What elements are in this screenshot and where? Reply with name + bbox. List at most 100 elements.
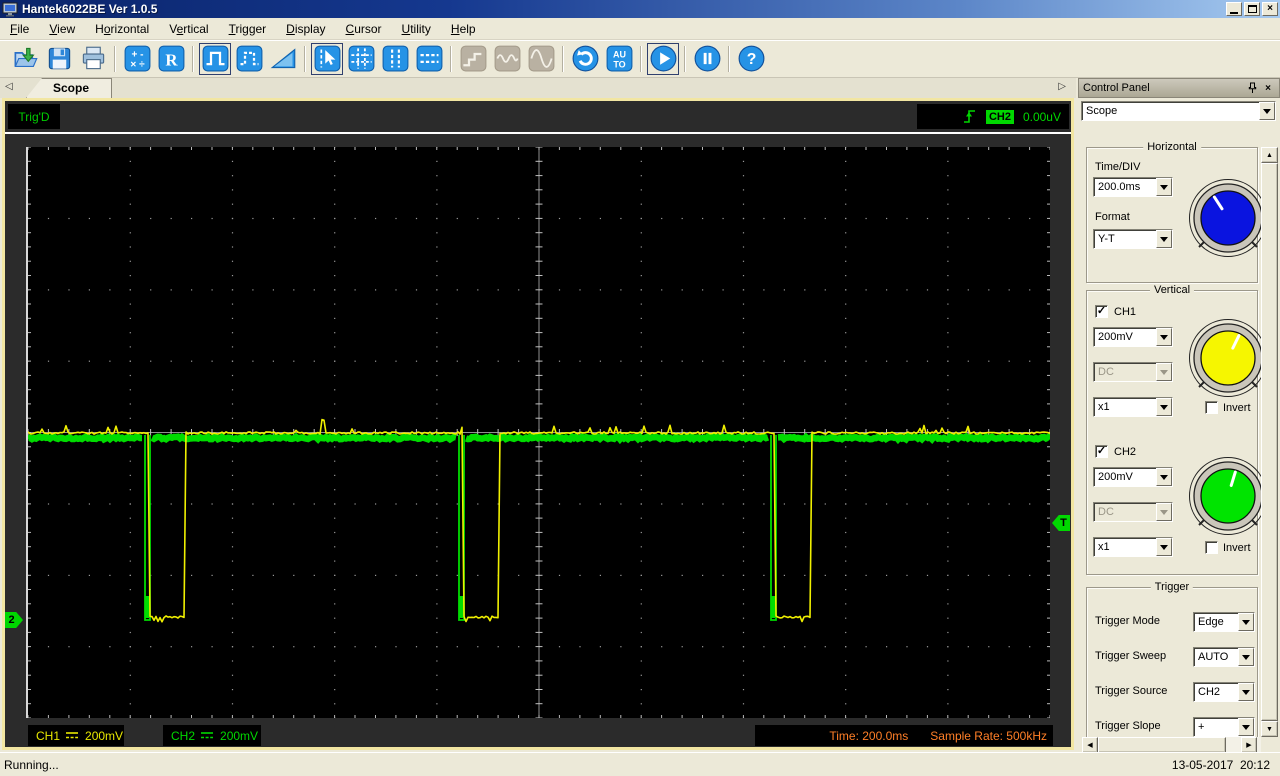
help-icon: ? xyxy=(738,45,764,72)
chevron-down-icon[interactable] xyxy=(1238,648,1254,666)
math-button[interactable]: + - × ÷ xyxy=(121,43,153,75)
chevron-down-icon[interactable] xyxy=(1156,538,1172,556)
chevron-down-icon[interactable] xyxy=(1156,398,1172,416)
tab-scroll-right-icon[interactable]: ▷ xyxy=(1058,81,1066,92)
svg-text:R: R xyxy=(165,50,178,69)
chevron-down-icon[interactable] xyxy=(1156,230,1172,248)
auto-button[interactable]: AU TO xyxy=(603,43,635,75)
ch1-position-knob[interactable] xyxy=(1186,316,1261,400)
ch2-volts-div-select[interactable]: 200mV xyxy=(1093,467,1173,487)
ch2-dc-coupling-icon xyxy=(201,731,214,740)
chevron-down-icon[interactable] xyxy=(1156,328,1172,346)
play-icon xyxy=(650,45,676,72)
trigger-sweep-select[interactable]: AUTO xyxy=(1193,647,1255,667)
svg-text:?: ? xyxy=(746,51,756,68)
menu-help[interactable]: Help xyxy=(441,20,486,38)
toolbar-separator xyxy=(192,45,194,72)
time-div-select[interactable]: 200.0ms xyxy=(1093,177,1173,197)
ch2-coupling-select: DC xyxy=(1093,502,1173,522)
pulse-button[interactable] xyxy=(199,42,231,75)
pause-button[interactable] xyxy=(691,43,723,75)
horizontal-group: Horizontal Time/DIV 200.0ms Format Y-T xyxy=(1086,141,1261,283)
chevron-down-icon[interactable] xyxy=(1156,468,1172,486)
toolbar-separator xyxy=(114,45,116,72)
chevron-down-icon[interactable] xyxy=(1156,178,1172,196)
pin-icon[interactable] xyxy=(1245,82,1259,95)
cursor-button[interactable] xyxy=(311,42,343,75)
print-icon xyxy=(82,46,104,70)
app-icon xyxy=(2,1,18,17)
scroll-down-icon[interactable]: ▼ xyxy=(1261,721,1278,737)
minimize-button[interactable] xyxy=(1226,2,1242,16)
toolbar-separator xyxy=(562,45,564,72)
sine-button xyxy=(491,43,523,75)
ch1-checkbox[interactable] xyxy=(1095,305,1108,318)
ch2-invert-checkbox[interactable] xyxy=(1205,541,1218,554)
chevron-down-icon[interactable] xyxy=(1238,613,1254,631)
menu-display[interactable]: Display xyxy=(276,20,335,38)
ch1-probe-select[interactable]: x1 xyxy=(1093,397,1173,417)
menu-horizontal[interactable]: Horizontal xyxy=(85,20,159,38)
ch1-invert-checkbox[interactable] xyxy=(1205,401,1218,414)
toolbar-separator xyxy=(684,45,686,72)
scroll-left-icon[interactable]: ◀ xyxy=(1082,737,1098,753)
menu-utility[interactable]: Utility xyxy=(392,20,441,38)
open-button[interactable] xyxy=(9,43,41,75)
menu-vertical[interactable]: Vertical xyxy=(159,20,218,38)
format-select[interactable]: Y-T xyxy=(1093,229,1173,249)
panel-close-icon[interactable]: × xyxy=(1261,82,1275,95)
refresh-button[interactable] xyxy=(569,43,601,75)
ch2-probe-select[interactable]: x1 xyxy=(1093,537,1173,557)
scroll-up-icon[interactable]: ▲ xyxy=(1261,147,1278,163)
menu-trigger[interactable]: Trigger xyxy=(219,20,277,38)
close-button[interactable]: × xyxy=(1262,2,1278,16)
horizontal-scroll-thumb[interactable] xyxy=(1098,737,1226,753)
menu-file[interactable]: File xyxy=(0,20,39,38)
help-button[interactable]: ? xyxy=(735,43,767,75)
trigger-mode-select[interactable]: Edge xyxy=(1193,612,1255,632)
scope-separator xyxy=(5,132,1071,134)
panel-mode-select[interactable]: Scope xyxy=(1081,101,1276,121)
trigger-slope-label: Trigger Slope xyxy=(1095,720,1161,732)
vertical-scroll-thumb[interactable] xyxy=(1261,163,1278,721)
play-button[interactable] xyxy=(647,42,679,75)
control-panel: Control Panel × Scope Horizontal Time/DI… xyxy=(1078,78,1280,753)
trigger-slope-select[interactable]: + xyxy=(1193,717,1255,737)
v-cursors-button[interactable] xyxy=(379,43,411,75)
trigger-level-marker[interactable]: T xyxy=(1052,515,1070,531)
tab-scope[interactable]: Scope xyxy=(26,78,113,98)
ramp-button[interactable] xyxy=(267,43,299,75)
channel2-position-marker[interactable]: 2 xyxy=(5,612,23,628)
ch2-position-knob[interactable] xyxy=(1186,454,1261,538)
ch2-checkbox[interactable] xyxy=(1095,445,1108,458)
pause-icon xyxy=(694,45,720,72)
sine-icon xyxy=(494,45,520,72)
pulse-alt-button[interactable] xyxy=(233,43,265,75)
open-icon xyxy=(14,47,38,67)
pulse-alt-icon xyxy=(236,45,262,72)
tab-scroll-left-icon[interactable]: ◁ xyxy=(5,81,13,92)
horizontal-position-knob[interactable] xyxy=(1186,176,1261,260)
chevron-down-icon xyxy=(1156,363,1172,381)
chevron-down-icon[interactable] xyxy=(1238,683,1254,701)
ch1-volts-div-select[interactable]: 200mV xyxy=(1093,327,1173,347)
chevron-down-icon[interactable] xyxy=(1238,718,1254,736)
menu-cursor[interactable]: Cursor xyxy=(336,20,392,38)
maximize-button[interactable] xyxy=(1244,2,1260,16)
save-button[interactable] xyxy=(43,43,75,75)
scroll-right-icon[interactable]: ▶ xyxy=(1241,737,1257,753)
v-cursors-icon xyxy=(382,45,408,72)
math-icon: + -× ÷ xyxy=(124,45,150,72)
ramp-icon xyxy=(270,48,295,69)
reference-icon: R xyxy=(158,45,184,72)
trigger-source-select[interactable]: CH2 xyxy=(1193,682,1255,702)
print-button[interactable] xyxy=(77,43,109,75)
h-cursors-button[interactable] xyxy=(413,43,445,75)
sample-rate-value: Sample Rate: 500kHz xyxy=(930,728,1047,743)
chevron-down-icon[interactable] xyxy=(1259,102,1275,120)
waveform-graticule xyxy=(26,146,1053,719)
svg-text:× ÷: × ÷ xyxy=(130,60,145,71)
grid-button[interactable] xyxy=(345,43,377,75)
menu-view[interactable]: View xyxy=(39,20,85,38)
reference-button[interactable]: R xyxy=(155,43,187,75)
